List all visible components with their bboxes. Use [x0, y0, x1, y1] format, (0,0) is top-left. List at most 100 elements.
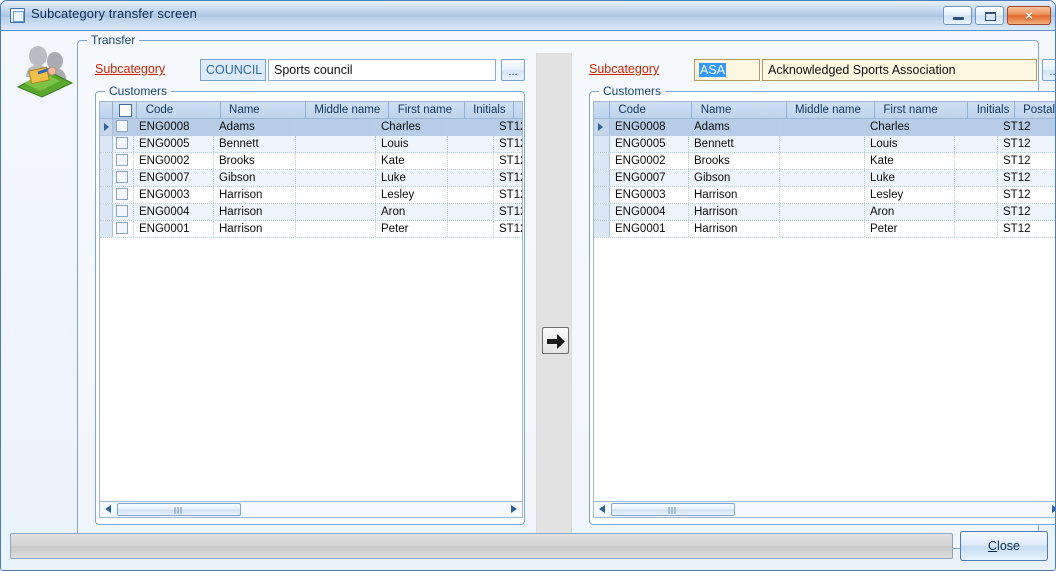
progress-bar [10, 533, 953, 559]
source-customers-grid[interactable]: Code Name Middle name First name Initial… [99, 101, 523, 504]
source-cell-postal: ST12 [494, 204, 523, 220]
close-button-label: lose [997, 539, 1020, 553]
table-row[interactable]: ENG0003HarrisonLesleyST12 [100, 187, 522, 204]
source-subcategory-name-input[interactable]: Sports council [268, 59, 496, 81]
source-row-checkbox[interactable] [113, 119, 134, 135]
table-row[interactable]: ENG0001HarrisonPeterST12 [100, 221, 522, 238]
source-subcategory-link[interactable]: Subcategory [95, 62, 165, 76]
source-cell-initials [448, 204, 494, 220]
source-scroll-right-arrow[interactable] [506, 502, 521, 517]
panel-splitter[interactable] [536, 53, 572, 533]
title-bar: Subcategory transfer screen × [1, 1, 1056, 31]
source-header-postal[interactable]: Postal c [517, 102, 523, 119]
target-scroll-thumb[interactable] [611, 503, 735, 516]
source-row-checkbox[interactable] [113, 221, 134, 237]
target-horizontal-scrollbar[interactable] [593, 501, 1056, 518]
target-cell-middle [780, 204, 865, 220]
source-header-code[interactable]: Code [141, 102, 221, 119]
table-row[interactable]: ENG0005BennettLouisST12 [100, 136, 522, 153]
target-cell-initials [955, 204, 998, 220]
source-scroll-left-arrow[interactable] [101, 502, 116, 517]
table-row[interactable]: ENG0008AdamsCharlesST12 [100, 119, 522, 136]
source-scroll-thumb[interactable] [117, 503, 241, 516]
target-header-postal[interactable]: Postal c [1018, 102, 1056, 119]
source-row-checkbox[interactable] [113, 170, 134, 186]
status-bar: Close [10, 531, 1048, 563]
source-row-checkbox[interactable] [113, 136, 134, 152]
maximize-icon [985, 12, 996, 21]
table-row[interactable]: ENG0008AdamsCharlesST12 [594, 119, 1056, 136]
target-cell-first: Peter [865, 221, 955, 237]
source-cell-postal: ST12 [494, 136, 523, 152]
target-subcategory-row: Subcategory ASA Acknowledged Sports Asso… [572, 59, 1030, 81]
table-row[interactable]: ENG0003HarrisonLesleyST12 [594, 187, 1056, 204]
source-cell-initials [448, 119, 494, 135]
source-row-checkbox[interactable] [113, 153, 134, 169]
transfer-right-button[interactable] [542, 327, 569, 354]
table-row[interactable]: ENG0001HarrisonPeterST12 [594, 221, 1056, 238]
table-row[interactable]: ENG0007GibsonLukeST12 [100, 170, 522, 187]
target-cell-initials [955, 170, 998, 186]
target-header-code[interactable]: Code [613, 102, 692, 119]
target-cell-code: ENG0003 [610, 187, 689, 203]
target-subcategory-link[interactable]: Subcategory [589, 62, 659, 76]
minimize-button[interactable] [943, 6, 972, 25]
table-row[interactable]: ENG0002BrooksKateST12 [594, 153, 1056, 170]
target-header-initials[interactable]: Initials [972, 102, 1015, 119]
target-row-indicator [594, 119, 610, 135]
target-scroll-right-arrow[interactable] [1047, 502, 1056, 517]
source-header-first[interactable]: First name [393, 102, 465, 119]
table-row[interactable]: ENG0002BrooksKateST12 [100, 153, 522, 170]
target-grid-body: ENG0008AdamsCharlesST12ENG0005BennettLou… [594, 119, 1056, 238]
source-header-initials[interactable]: Initials [468, 102, 514, 119]
target-cell-name: Adams [689, 119, 780, 135]
target-browse-button[interactable]: ... [1042, 59, 1056, 81]
application-window: Subcategory transfer screen × [0, 0, 1056, 571]
table-row[interactable]: ENG0007GibsonLukeST12 [594, 170, 1056, 187]
target-header-first[interactable]: First name [878, 102, 968, 119]
maximize-button[interactable] [975, 6, 1004, 25]
source-header-name[interactable]: Name [224, 102, 306, 119]
target-cell-postal: ST12 [998, 119, 1056, 135]
target-customers-grid[interactable]: Code Name Middle name First name Initial… [593, 101, 1056, 504]
close-button[interactable]: Close [960, 531, 1048, 561]
target-cell-name: Harrison [689, 204, 780, 220]
target-cell-name: Harrison [689, 187, 780, 203]
table-row[interactable]: ENG0004HarrisonAronST12 [100, 204, 522, 221]
source-cell-initials [448, 221, 494, 237]
source-row-checkbox[interactable] [113, 187, 134, 203]
source-browse-button[interactable]: ... [501, 59, 525, 81]
target-cell-postal: ST12 [998, 170, 1056, 186]
table-row[interactable]: ENG0005BennettLouisST12 [594, 136, 1056, 153]
source-header-middle[interactable]: Middle name [309, 102, 389, 119]
target-subcategory-name-input[interactable]: Acknowledged Sports Association [762, 59, 1037, 81]
source-row-indicator [100, 170, 113, 186]
source-horizontal-scrollbar[interactable] [99, 501, 523, 518]
target-header-name[interactable]: Name [696, 102, 787, 119]
close-icon: × [1008, 7, 1050, 24]
transfer-group-legend: Transfer [87, 33, 139, 47]
source-grid-header: Code Name Middle name First name Initial… [100, 102, 522, 119]
target-cell-postal: ST12 [998, 204, 1056, 220]
target-grid-header: Code Name Middle name First name Initial… [594, 102, 1056, 119]
table-row[interactable]: ENG0004HarrisonAronST12 [594, 204, 1056, 221]
source-cell-name: Brooks [214, 153, 296, 169]
source-cell-middle [296, 170, 376, 186]
source-cell-postal: ST12 [494, 170, 523, 186]
source-cell-code: ENG0008 [134, 119, 214, 135]
source-cell-first: Louis [376, 136, 448, 152]
close-window-button[interactable]: × [1007, 6, 1051, 25]
target-cell-initials [955, 221, 998, 237]
target-cell-code: ENG0004 [610, 204, 689, 220]
source-cell-middle [296, 204, 376, 220]
target-scroll-left-arrow[interactable] [595, 502, 610, 517]
source-header-select-all-checkbox[interactable] [116, 102, 137, 119]
source-row-checkbox[interactable] [113, 204, 134, 220]
target-subcategory-code-input[interactable]: ASA [694, 59, 760, 81]
source-subcategory-code-input[interactable]: COUNCIL [200, 59, 266, 81]
target-header-middle[interactable]: Middle name [790, 102, 875, 119]
target-cell-first: Charles [865, 119, 955, 135]
checkbox-icon [116, 222, 128, 234]
target-cell-initials [955, 119, 998, 135]
source-cell-name: Harrison [214, 221, 296, 237]
